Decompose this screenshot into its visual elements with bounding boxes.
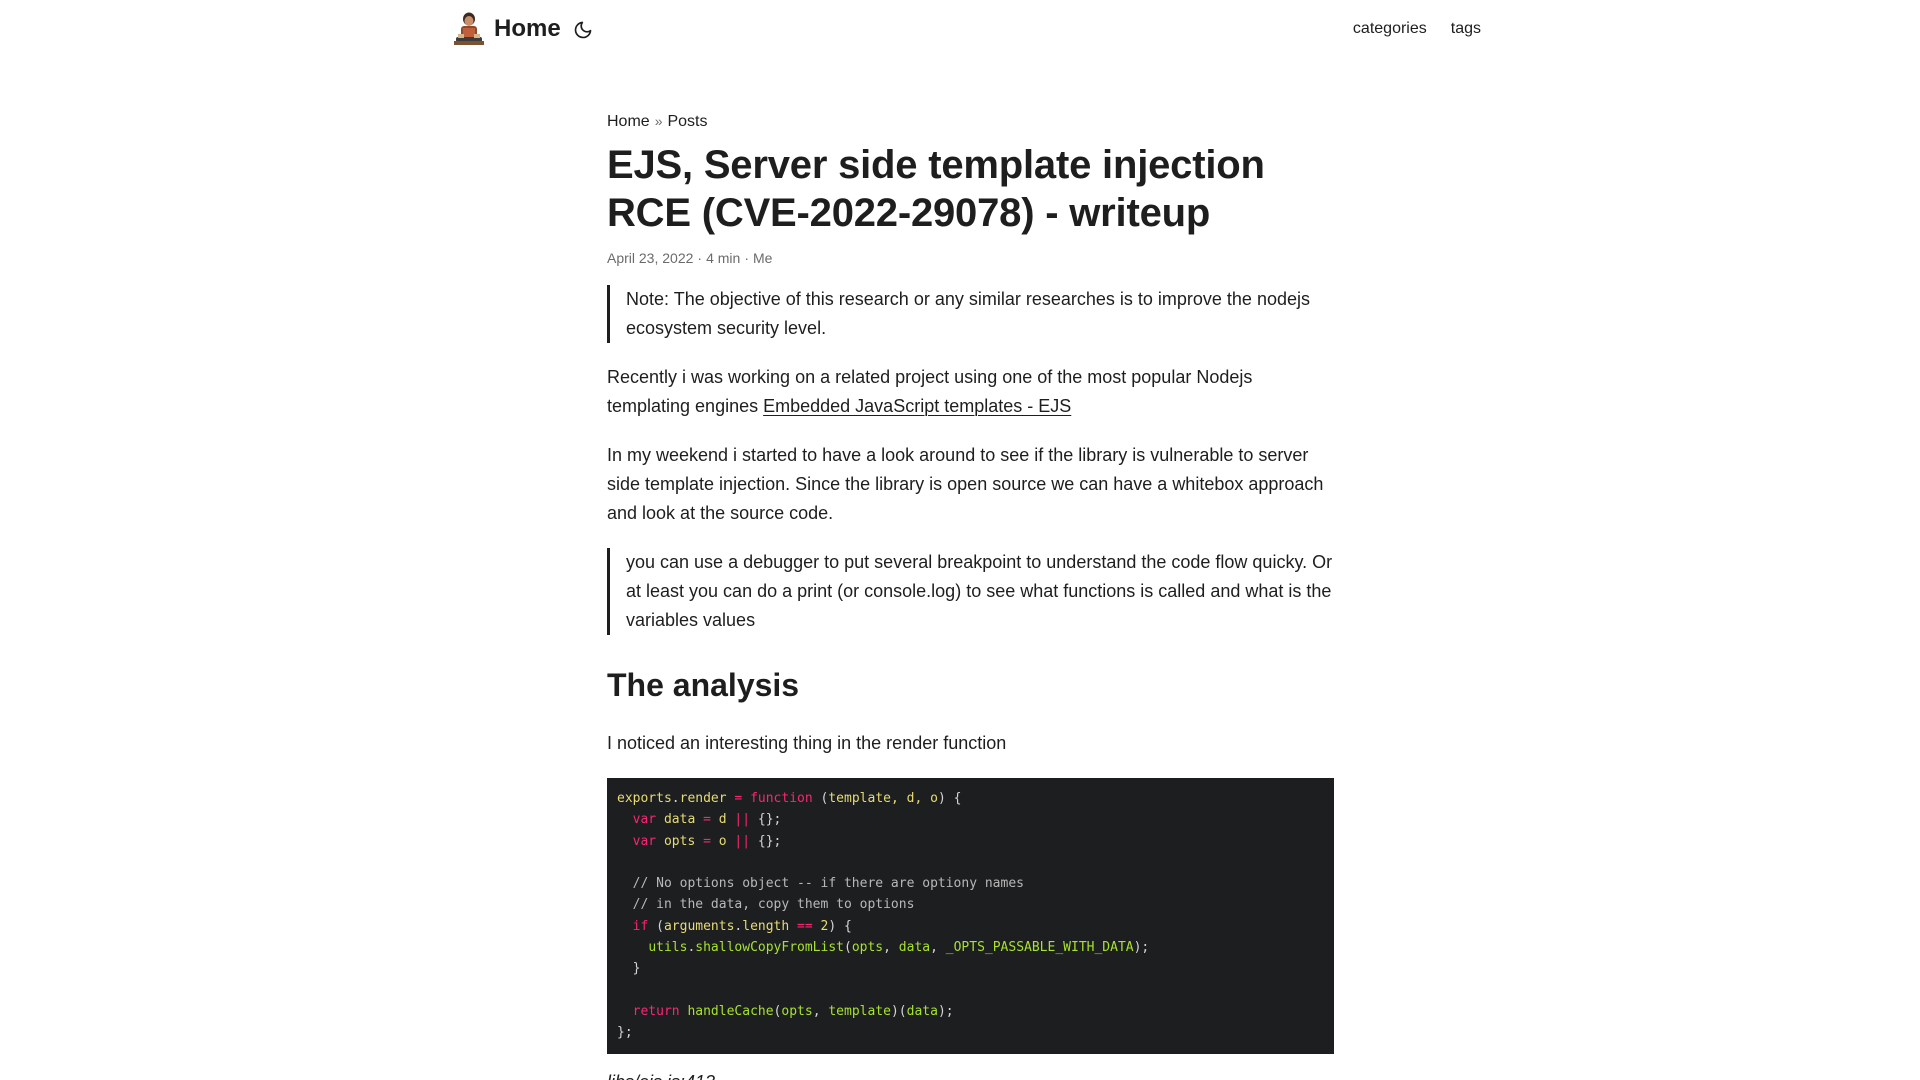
code-comment: // in the data, copy them to options [617, 897, 915, 913]
ejs-link[interactable]: Embedded JavaScript templates - EJS [763, 396, 1071, 416]
code-line: var data = d || {}; [632, 812, 782, 828]
heading-the-analysis: The analysis [607, 667, 800, 703]
paragraph-intro: Recently i was working on a related proj… [607, 363, 1334, 421]
code-line: utils.shallowCopyFromList(opts, data, _O… [648, 940, 1150, 956]
code-caption: libs/ejs.js:413 [607, 1068, 1334, 1080]
page: Home categories tags Home» Posts EJS, Ser… [0, 0, 1920, 1080]
site-header: Home categories tags [0, 0, 1920, 60]
read-time: 4 min [706, 250, 741, 266]
post-author: Me [752, 250, 773, 266]
breadcrumb-home[interactable]: Home [607, 113, 650, 130]
note-text: Note: The objective of this research or … [626, 289, 1310, 338]
code-line: var opts = o || {}; [632, 833, 782, 849]
post-article: Home» Posts EJS, Server side template inj… [607, 110, 1334, 1080]
paragraph-weekend: In my weekend i started to have a look a… [607, 445, 1324, 523]
nav-categories[interactable]: categories [1353, 18, 1427, 40]
moon-icon[interactable] [573, 20, 593, 40]
tip-text: you can use a debugger to put several br… [626, 552, 1333, 630]
home-link[interactable]: Home [452, 9, 561, 49]
post-meta: April 23, 2022 · 4 min · Me [607, 249, 1334, 267]
code-line: exports.render = function (template, d, … [617, 791, 962, 806]
post-date: April 23, 2022 [607, 250, 694, 266]
code-block[interactable]: exports.render = function (template, d, … [607, 778, 1334, 1054]
paragraph-render: I noticed an interesting thing in the re… [607, 733, 1007, 753]
code-comment: // No options object -- if there are opt… [617, 876, 1024, 892]
code-line: if (arguments.length == 2) { [632, 918, 852, 934]
breadcrumb-posts[interactable]: Posts [667, 113, 707, 130]
note-blockquote: Note: The objective of this research or … [607, 285, 1334, 343]
source-file-link[interactable]: libs/ejs.js:413 [607, 1072, 715, 1080]
meta-separator: · [697, 250, 703, 266]
code-line: return handleCache(opts, template)(data)… [632, 1003, 954, 1019]
tip-blockquote: you can use a debugger to put several br… [607, 548, 1334, 635]
main-nav: categories tags [1353, 18, 1481, 40]
breadcrumb-separator: » [654, 113, 663, 129]
code-line: }; [617, 1025, 633, 1041]
avatar [452, 10, 486, 48]
meta-separator: · [744, 250, 749, 266]
nav-tags[interactable]: tags [1451, 18, 1481, 40]
code-line: } [617, 961, 641, 977]
brand-title: Home [494, 15, 561, 42]
breadcrumb: Home» Posts [607, 110, 1334, 133]
post-content: Note: The objective of this research or … [607, 285, 1334, 1080]
page-title: EJS, Server side template injection RCE … [607, 143, 1265, 235]
